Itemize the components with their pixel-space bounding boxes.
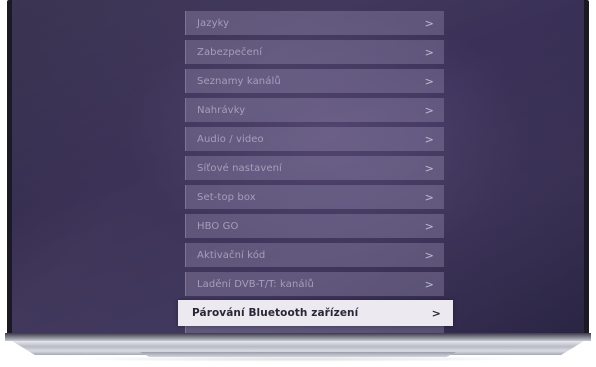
menu-item-partial xyxy=(185,326,444,333)
chevron-right-icon: > xyxy=(424,45,434,59)
tv-stand-shadow xyxy=(60,356,536,362)
chevron-right-icon: > xyxy=(424,248,434,262)
menu-item-label: Jazyky xyxy=(197,17,230,29)
menu-item-activation-code[interactable]: Aktivační kód > xyxy=(185,243,444,267)
menu-item-label: Ladění DVB-T/T: kanálů xyxy=(197,278,314,290)
chevron-right-icon: > xyxy=(424,219,434,233)
menu-item-label: Nahrávky xyxy=(197,104,246,116)
menu-item-dvb-tuning[interactable]: Ladění DVB-T/T: kanálů > xyxy=(185,272,444,296)
menu-item-network-settings[interactable]: Síťové nastavení > xyxy=(185,156,444,180)
chevron-right-icon: > xyxy=(424,161,434,175)
menu-item-label: Set-top box xyxy=(197,191,256,203)
menu-item-label: Párování Bluetooth zařízení xyxy=(192,307,359,319)
chevron-right-icon: > xyxy=(431,306,441,320)
menu-item-bluetooth-pairing[interactable]: Párování Bluetooth zařízení > xyxy=(178,300,453,326)
menu-item-languages[interactable]: Jazyky > xyxy=(185,11,444,35)
chevron-right-icon: > xyxy=(424,74,434,88)
menu-item-label: Seznamy kanálů xyxy=(197,75,281,87)
tv-screen: Jazyky > Zabezpečení > Seznamy kanálů > … xyxy=(12,0,584,333)
menu-item-label: Audio / video xyxy=(197,133,264,145)
chevron-right-icon: > xyxy=(424,190,434,204)
tv-display: Jazyky > Zabezpečení > Seznamy kanálů > … xyxy=(0,0,596,367)
menu-item-channel-lists[interactable]: Seznamy kanálů > xyxy=(185,69,444,93)
menu-item-label: Zabezpečení xyxy=(197,46,263,58)
menu-item-audio-video[interactable]: Audio / video > xyxy=(185,127,444,151)
menu-item-label: Aktivační kód xyxy=(197,249,266,261)
chevron-right-icon: > xyxy=(424,277,434,291)
chevron-right-icon: > xyxy=(424,103,434,117)
menu-item-label: HBO GO xyxy=(197,220,239,232)
menu-item-security[interactable]: Zabezpečení > xyxy=(185,40,444,64)
chevron-right-icon: > xyxy=(424,132,434,146)
menu-item-set-top-box[interactable]: Set-top box > xyxy=(185,185,444,209)
menu-item-label: Síťové nastavení xyxy=(197,162,282,174)
menu-item-recordings[interactable]: Nahrávky > xyxy=(185,98,444,122)
tv-stand-bar xyxy=(5,333,591,341)
chevron-right-icon: > xyxy=(424,16,434,30)
menu-item-hbo-go[interactable]: HBO GO > xyxy=(185,214,444,238)
